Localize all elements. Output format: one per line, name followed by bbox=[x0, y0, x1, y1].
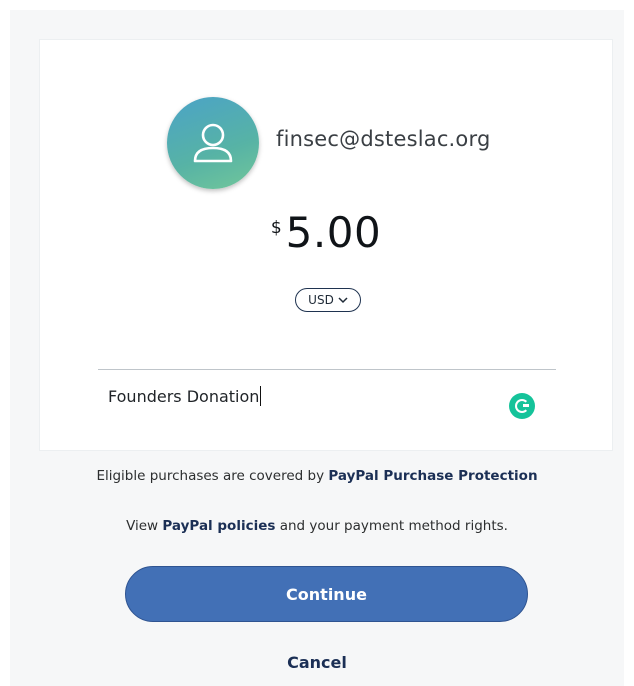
amount-value: 5.00 bbox=[285, 208, 382, 257]
cancel-button[interactable]: Cancel bbox=[0, 653, 634, 672]
purchase-protection-text: Eligible purchases are covered by PayPal… bbox=[0, 468, 634, 484]
currency-code: USD bbox=[308, 293, 334, 307]
payment-card: finsec@dsteslac.org $5.00 USD Founders D… bbox=[40, 40, 612, 450]
note-divider bbox=[98, 369, 556, 370]
currency-symbol: $ bbox=[270, 218, 282, 238]
text-caret bbox=[260, 386, 262, 406]
chevron-down-icon bbox=[338, 296, 348, 303]
page: finsec@dsteslac.org $5.00 USD Founders D… bbox=[0, 0, 634, 686]
recipient-avatar bbox=[167, 97, 259, 189]
currency-dropdown[interactable]: USD bbox=[295, 288, 361, 312]
grammarly-icon[interactable] bbox=[509, 393, 535, 419]
policies-text: View PayPal policies and your payment me… bbox=[0, 518, 634, 534]
continue-button[interactable]: Continue bbox=[125, 566, 528, 622]
note-input[interactable]: Founders Donation bbox=[108, 386, 262, 406]
user-icon bbox=[193, 123, 233, 163]
purchase-protection-link[interactable]: PayPal Purchase Protection bbox=[328, 468, 537, 484]
policies-prefix: View bbox=[126, 518, 163, 534]
note-text: Founders Donation bbox=[108, 386, 260, 406]
protection-prefix: Eligible purchases are covered by bbox=[96, 468, 329, 484]
recipient-email: finsec@dsteslac.org bbox=[276, 127, 491, 151]
amount-display: $5.00 bbox=[40, 208, 612, 257]
policies-suffix: and your payment method rights. bbox=[275, 518, 508, 534]
paypal-policies-link[interactable]: PayPal policies bbox=[162, 518, 275, 534]
